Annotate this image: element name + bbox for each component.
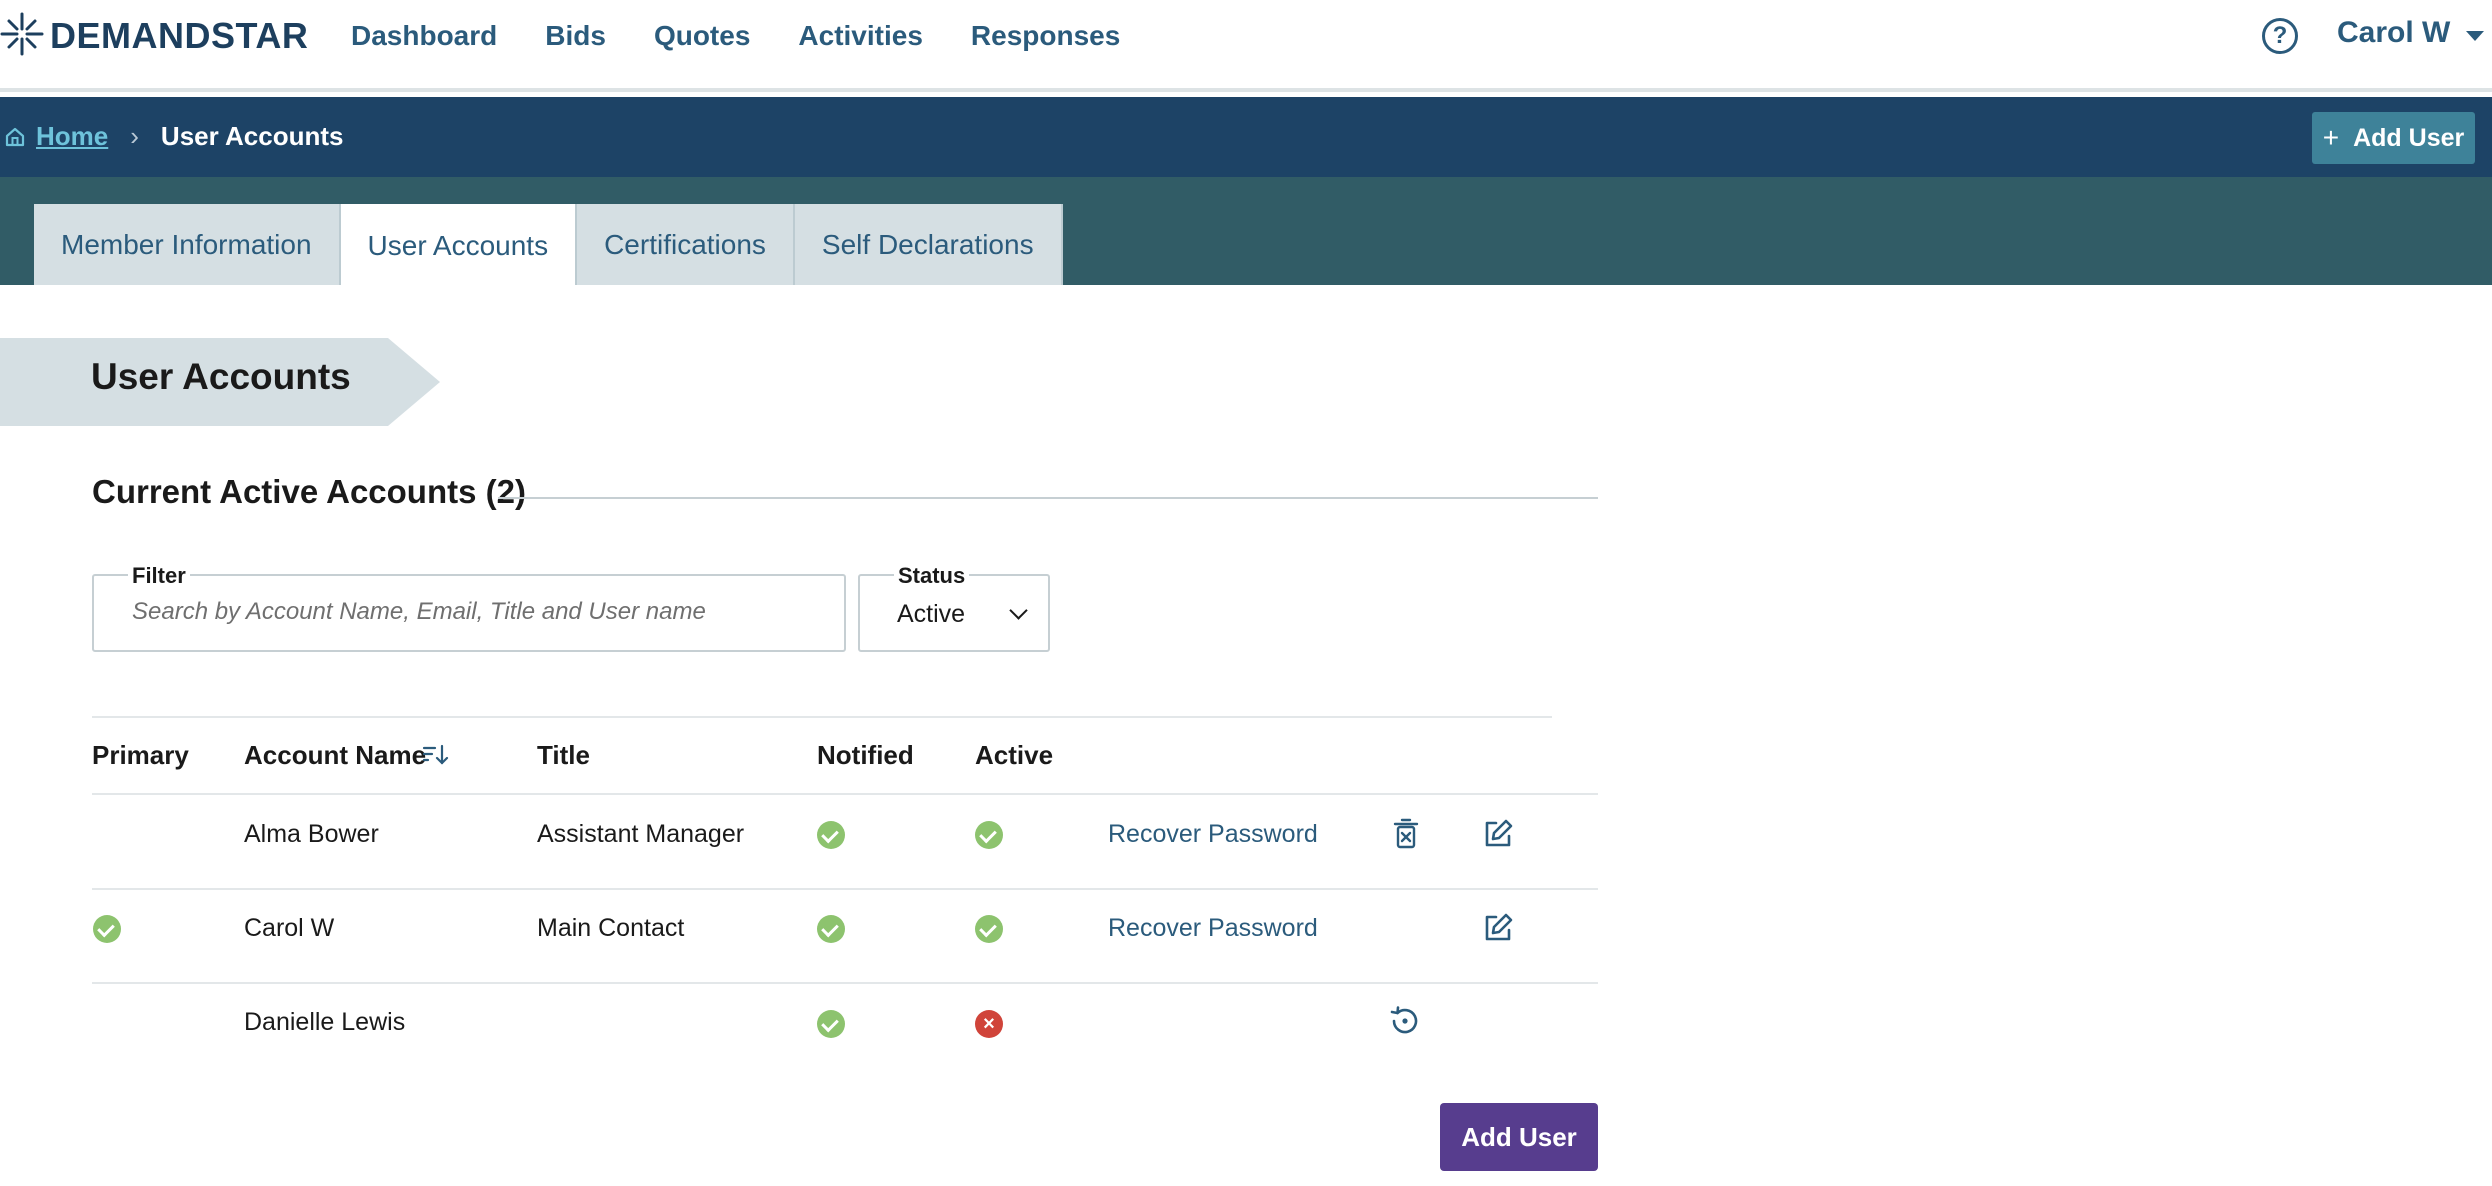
main-nav: Dashboard Bids Quotes Activities Respons… [351,18,1168,54]
breadcrumb: Home › User Accounts [4,121,343,152]
row-divider [92,888,1598,890]
check-circle-icon [975,821,1003,849]
account-name: Danielle Lewis [244,1008,406,1036]
tab-strip: Member Information User Accounts Certifi… [34,204,1063,288]
column-header-notified: Notified [817,740,914,770]
filter-input[interactable] [132,598,832,626]
question-circle-icon[interactable]: ? [2262,18,2298,54]
add-user-button[interactable]: Add User [1440,1103,1598,1171]
edit-icon[interactable] [1482,912,1514,944]
nav-dashboard[interactable]: Dashboard [351,18,497,54]
nav-responses[interactable]: Responses [971,18,1120,54]
brand-name: DEMANDSTAR [50,15,309,56]
account-title: Main Contact [537,914,685,942]
nav-activities[interactable]: Activities [798,18,923,54]
page-title: User Accounts [91,356,351,397]
breadcrumb-home-link[interactable]: Home [36,121,108,152]
recover-password-link[interactable]: Recover Password [1108,914,1318,943]
nav-bids[interactable]: Bids [545,18,606,54]
home-icon[interactable] [4,126,26,148]
add-user-header-button[interactable]: + Add User [2312,112,2475,164]
recover-password-link[interactable]: Recover Password [1108,820,1318,849]
section-divider [498,497,1598,499]
breadcrumb-bar: Home › User Accounts [0,97,2492,177]
trash-icon[interactable] [1392,818,1420,850]
sort-descending-icon[interactable] [422,743,450,772]
tab-self-declarations[interactable]: Self Declarations [794,204,1063,286]
column-header-account-name[interactable]: Account Name [244,740,426,771]
column-header-primary: Primary [92,740,189,770]
brand-logo[interactable]: DEMANDSTAR [0,12,309,61]
filter-label: Filter [128,563,190,589]
edit-icon[interactable] [1482,818,1514,850]
tab-user-accounts[interactable]: User Accounts [340,204,578,288]
nav-quotes[interactable]: Quotes [654,18,750,54]
breadcrumb-current: User Accounts [160,121,344,151]
header-divider [92,793,1598,795]
table-top-divider [92,716,1552,718]
star-burst-icon [0,12,44,61]
check-circle-icon [817,1010,845,1038]
column-header-active: Active [975,740,1054,770]
x-circle-icon: × [975,1010,1003,1038]
row-divider [92,982,1598,984]
user-menu[interactable]: Carol W [2337,16,2485,50]
account-title: Assistant Manager [537,820,745,848]
check-circle-icon [817,821,845,849]
check-circle-icon [93,915,121,943]
breadcrumb-separator: › [130,121,139,151]
account-name: Alma Bower [244,820,379,848]
status-label: Status [894,563,970,589]
column-header-title: Title [537,740,590,770]
add-user-header-label: Add User [2353,123,2465,152]
tab-certifications[interactable]: Certifications [577,204,795,286]
tab-member-information[interactable]: Member Information [34,204,341,286]
restore-icon[interactable] [1388,1004,1422,1038]
caret-down-icon [2466,31,2485,41]
user-name: Carol W [2337,16,2451,49]
check-circle-icon [975,915,1003,943]
plus-icon: + [2322,122,2340,153]
top-navigation: DEMANDSTAR Dashboard Bids Quotes Activit… [0,0,2492,92]
check-circle-icon [817,915,845,943]
account-name: Carol W [244,914,335,942]
status-selected-value: Active [897,600,966,628]
section-title: Current Active Accounts (2) [92,473,526,510]
